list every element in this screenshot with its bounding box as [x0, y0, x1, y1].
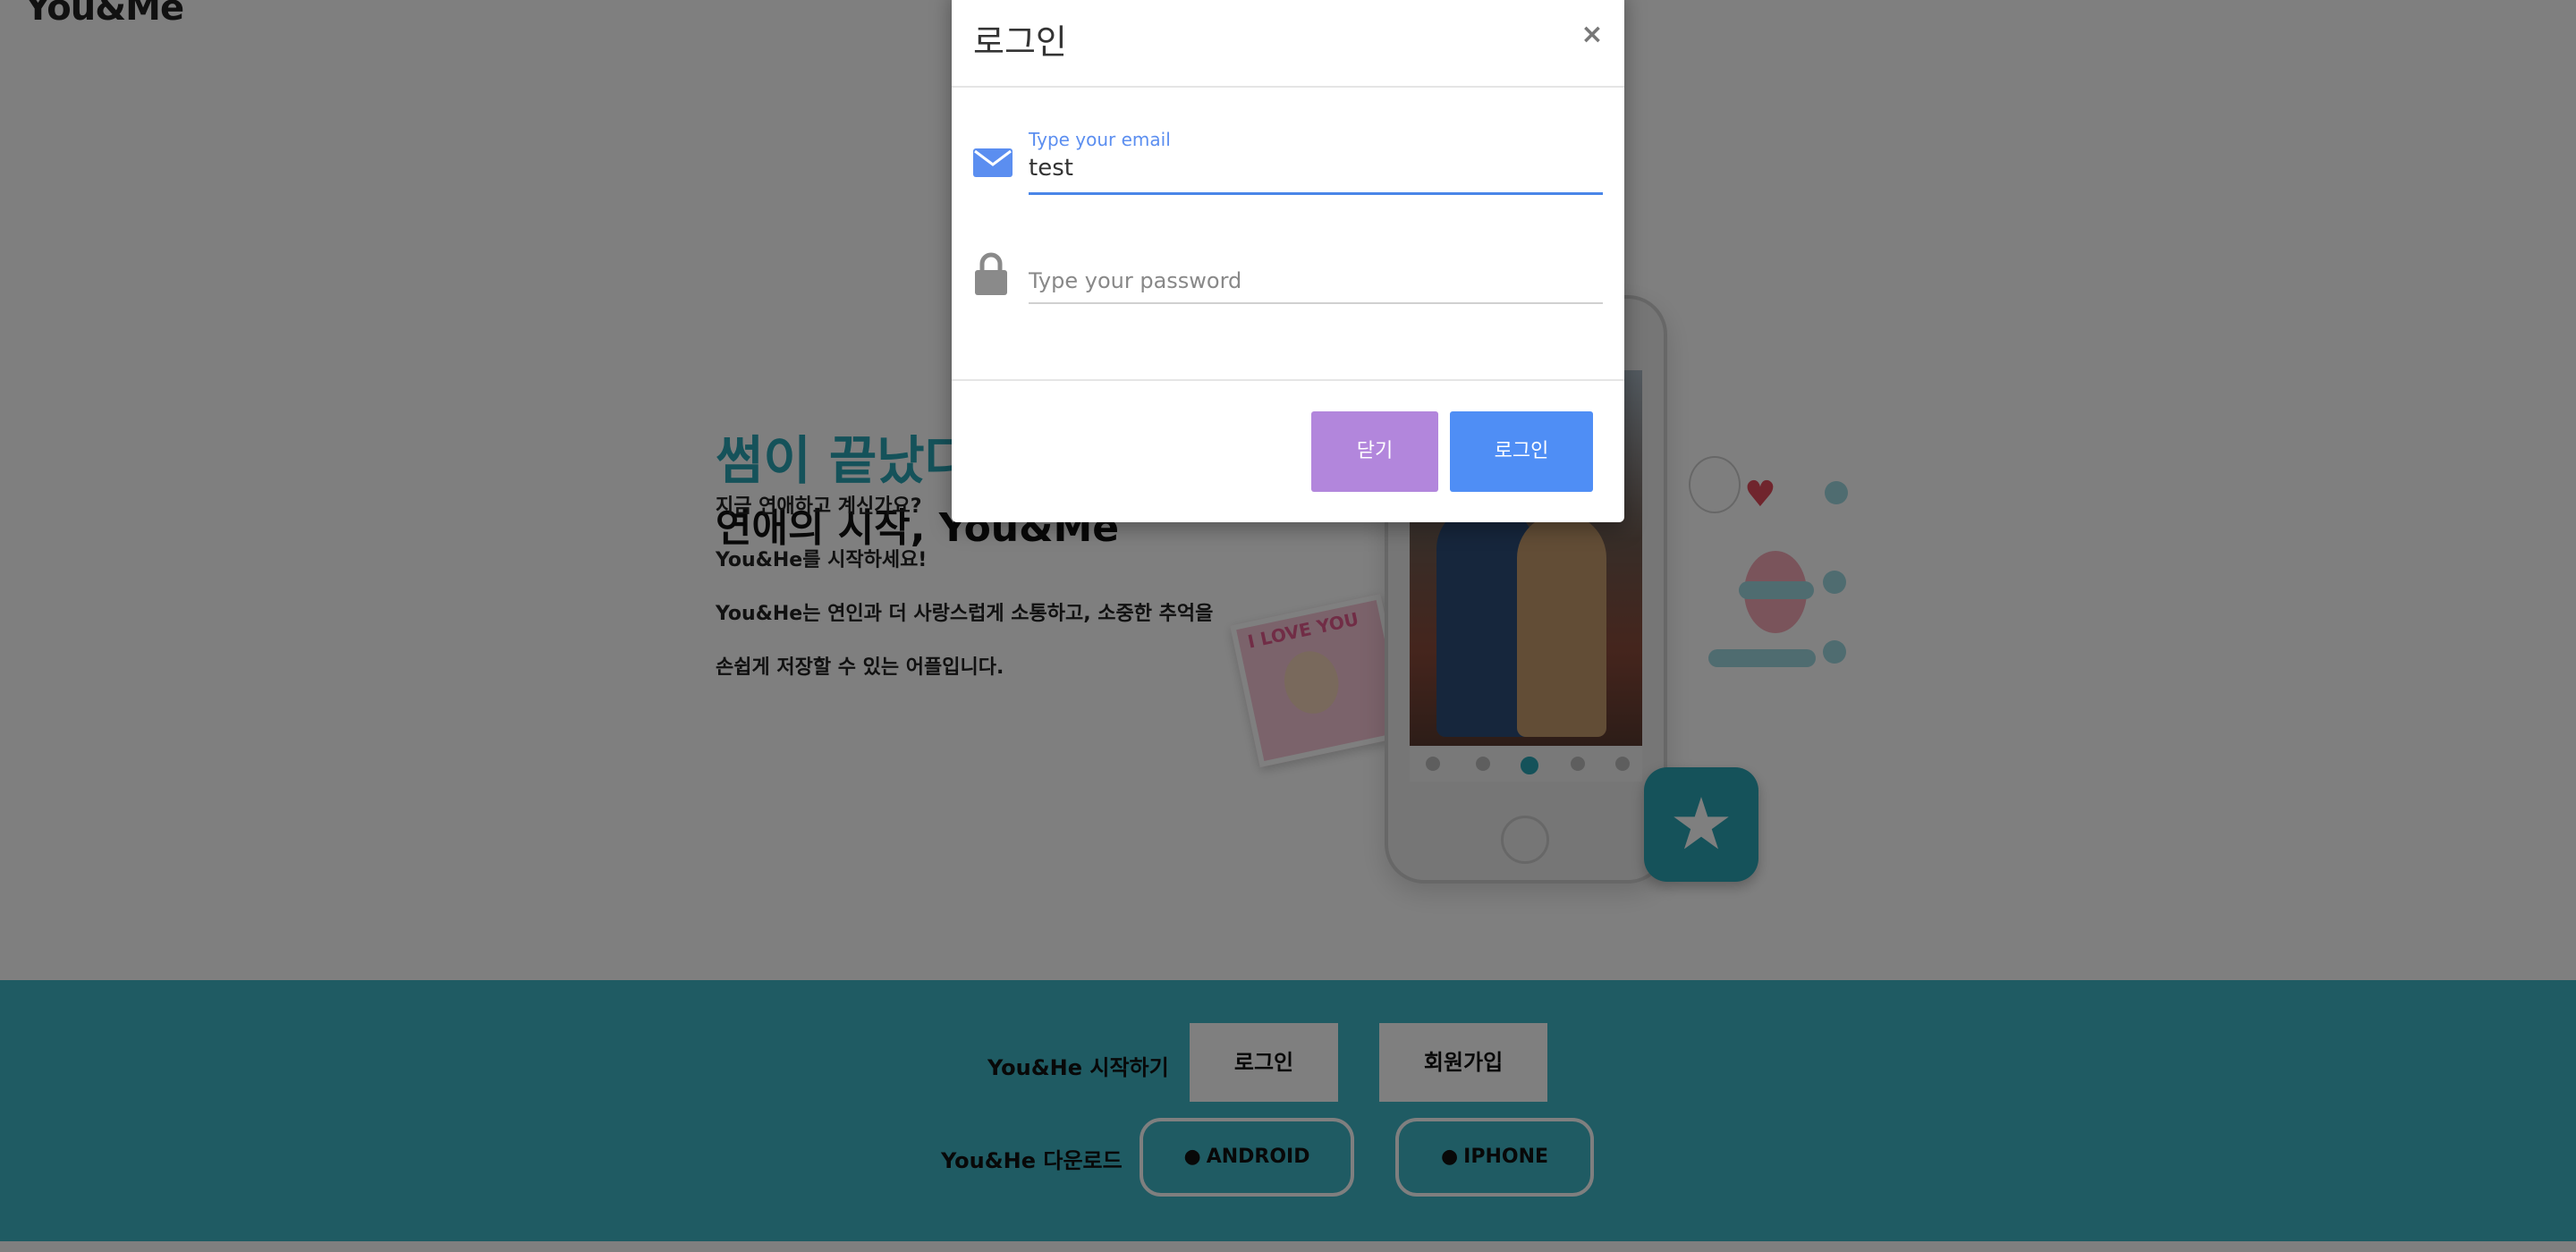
email-underline [1029, 192, 1603, 195]
email-input[interactable] [1029, 152, 1603, 184]
login-modal: 로그인 × Type your email 닫기 로그인 [952, 0, 1624, 522]
modal-header: 로그인 × [952, 0, 1624, 88]
password-underline [1029, 302, 1603, 304]
login-button[interactable]: 로그인 [1450, 411, 1593, 492]
modal-title: 로그인 [973, 22, 1067, 62]
modal-footer-divider [952, 379, 1624, 381]
envelope-icon [973, 148, 1013, 177]
email-label: Type your email [1029, 129, 1171, 150]
password-input[interactable] [1029, 265, 1603, 297]
lock-icon [975, 252, 1007, 295]
close-button[interactable]: 닫기 [1311, 411, 1438, 492]
close-icon[interactable]: × [1578, 21, 1606, 50]
